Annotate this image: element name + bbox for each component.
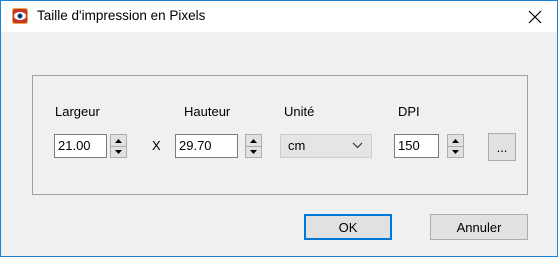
close-button[interactable] (513, 1, 557, 32)
dpi-spinner[interactable] (447, 134, 464, 158)
dialog-window: Taille d'impression en Pixels Largeur 21… (0, 0, 558, 257)
arrow-down-icon (452, 149, 459, 154)
arrow-down-icon (115, 149, 122, 154)
width-input[interactable]: 21.00 (54, 134, 107, 158)
width-label: Largeur (55, 104, 100, 119)
dpi-decrement-button[interactable] (448, 146, 463, 157)
times-separator: X (152, 138, 161, 153)
more-options-button[interactable]: ... (488, 133, 516, 161)
height-spinner[interactable] (245, 134, 262, 158)
ok-button[interactable]: OK (304, 214, 392, 240)
arrow-up-icon (452, 138, 459, 143)
title-bar: Taille d'impression en Pixels (1, 1, 557, 32)
height-decrement-button[interactable] (246, 146, 261, 157)
dpi-label: DPI (398, 104, 420, 119)
width-spinner[interactable] (110, 134, 127, 158)
unit-select-value: cm (288, 138, 306, 153)
unit-label: Unité (284, 104, 315, 119)
window-title: Taille d'impression en Pixels (37, 8, 206, 23)
arrow-up-icon (250, 138, 257, 143)
close-icon (528, 10, 542, 23)
arrow-down-icon (250, 149, 257, 154)
height-label: Hauteur (184, 104, 231, 119)
unit-select[interactable]: cm (280, 134, 372, 158)
dpi-input[interactable]: 150 (394, 134, 439, 158)
chevron-down-icon (352, 142, 363, 149)
height-input[interactable]: 29.70 (175, 134, 238, 158)
arrow-up-icon (115, 138, 122, 143)
width-decrement-button[interactable] (111, 146, 126, 157)
eye-icon (12, 8, 28, 24)
cancel-button[interactable]: Annuler (430, 214, 528, 240)
